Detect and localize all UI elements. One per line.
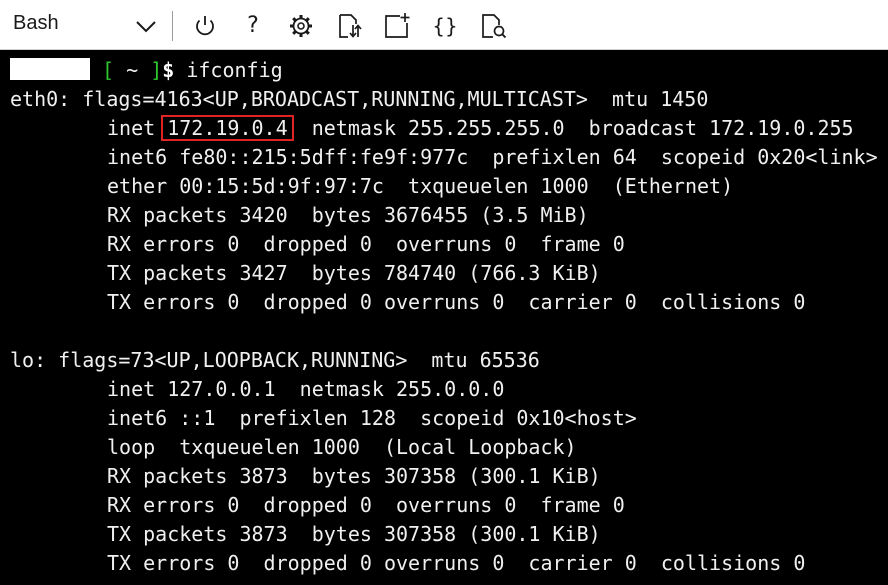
eth0-inet6-line: inet6 fe80::215:5dff:fe9f:977c prefixlen…: [107, 145, 878, 169]
power-icon: [196, 16, 214, 36]
eth0-tx-errors-line: TX errors 0 dropped 0 overruns 0 carrier…: [107, 290, 806, 314]
new-session-button[interactable]: [381, 10, 413, 42]
restart-button[interactable]: [189, 10, 221, 42]
prompt-symbol: $: [162, 58, 175, 82]
open-editor-icon: [482, 14, 507, 39]
upload-download-icon: [339, 14, 362, 38]
terminal-output[interactable]: [ ~ ]$ ifconfig eth0: flags=4163<UP,BROA…: [0, 54, 888, 585]
shell-type-label: Bash: [13, 12, 59, 34]
settings-gear-icon: [290, 15, 312, 37]
shell-type-dropdown[interactable]: Bash: [0, 0, 170, 50]
eth0-inet-line: inet 172.19.0.4 netmask 255.255.255.0 br…: [107, 114, 854, 143]
highlighted-ip-address: 172.19.0.4: [161, 115, 294, 141]
lo-rx-packets-line: RX packets 3873 bytes 307358 (300.1 KiB): [107, 464, 601, 488]
eth0-inet-label: inet: [107, 116, 168, 140]
eth0-rx-errors-line: RX errors 0 dropped 0 overruns 0 frame 0: [107, 232, 625, 256]
eth0-rx-packets-line: RX packets 3420 bytes 3676455 (3.5 MiB): [107, 203, 589, 227]
prompt-bracket-open: [: [102, 58, 115, 82]
settings-button[interactable]: [285, 10, 317, 42]
lo-tx-errors-line: TX errors 0 dropped 0 overruns 0 carrier…: [107, 551, 806, 575]
toolbar-divider: [172, 11, 173, 41]
redacted-username: [10, 58, 90, 80]
eth0-flags-line: eth0: flags=4163<UP,BROADCAST,RUNNING,MU…: [10, 87, 709, 111]
eth0-inet-rest: netmask 255.255.255.0 broadcast 172.19.0…: [287, 116, 854, 140]
open-editor-button[interactable]: [477, 10, 509, 42]
lo-tx-packets-line: TX packets 3873 bytes 307358 (300.1 KiB): [107, 522, 601, 546]
help-button[interactable]: ?: [237, 10, 269, 42]
lo-flags-line: lo: flags=73<UP,LOOPBACK,RUNNING> mtu 65…: [10, 348, 540, 372]
eth0-ether-line: ether 00:15:5d:9f:97:7c txqueuelen 1000 …: [107, 174, 734, 198]
prompt-line: [ ~ ]$ ifconfig: [10, 56, 283, 85]
upload-download-button[interactable]: [333, 10, 365, 42]
help-icon: ?: [247, 13, 259, 38]
chevron-down-icon: [134, 14, 158, 38]
lo-loop-line: loop txqueuelen 1000 (Local Loopback): [107, 435, 577, 459]
prompt-bracket-close: ]: [150, 58, 163, 82]
lo-rx-errors-line: RX errors 0 dropped 0 overruns 0 frame 0: [107, 493, 625, 517]
braces-icon: {}: [432, 14, 458, 38]
eth0-tx-packets-line: TX packets 3427 bytes 784740 (766.3 KiB): [107, 261, 601, 285]
new-session-icon: [385, 13, 410, 38]
web-preview-button[interactable]: {}: [429, 10, 461, 42]
lo-inet-line: inet 127.0.0.1 netmask 255.0.0.0: [107, 377, 505, 401]
prompt-path: ~: [114, 58, 151, 82]
typed-command: ifconfig: [174, 58, 283, 82]
lo-inet6-line: inet6 ::1 prefixlen 128 scopeid 0x10<hos…: [107, 406, 637, 430]
cloud-shell-toolbar: Bash ? {}: [0, 0, 888, 50]
